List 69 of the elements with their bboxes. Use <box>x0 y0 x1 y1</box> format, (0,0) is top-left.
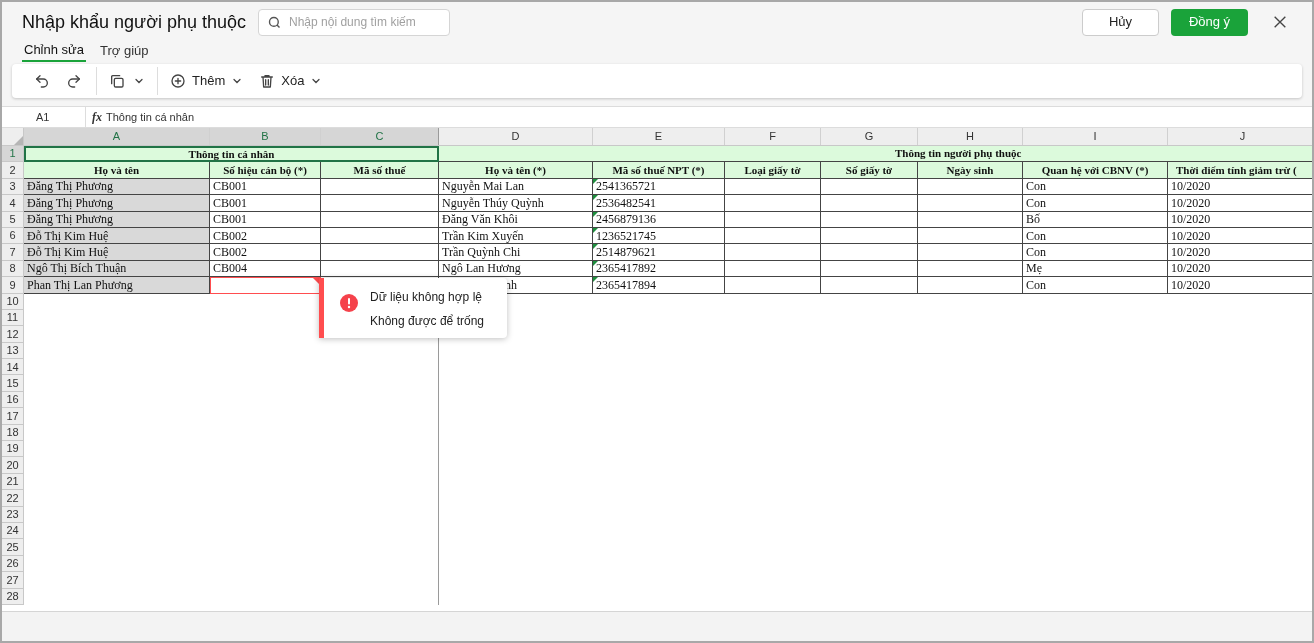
column-header[interactable]: H <box>918 128 1023 145</box>
table-cell: Trần Quỳnh Chi <box>439 244 593 261</box>
row-number[interactable]: 12 <box>2 326 24 343</box>
column-header[interactable]: D <box>439 128 593 145</box>
table-cell: Con <box>1023 277 1168 294</box>
column-header[interactable]: E <box>593 128 725 145</box>
column-title: Thời điểm tính giảm trừ ( <box>1168 162 1312 179</box>
close-icon <box>1272 14 1288 30</box>
tab[interactable]: Trợ giúp <box>98 40 151 62</box>
column-title: Họ và tên <box>24 162 210 179</box>
undo-icon[interactable] <box>34 73 50 89</box>
search-icon <box>267 14 282 30</box>
column-title: Quan hệ với CBNV (*) <box>1023 162 1168 179</box>
column-title: Loại giấy tờ <box>725 162 821 179</box>
column-header[interactable]: F <box>725 128 821 145</box>
error-message: Không được để trống <box>370 313 484 330</box>
redo-icon[interactable] <box>66 73 82 89</box>
error-icon <box>340 294 358 312</box>
row-number[interactable]: 25 <box>2 539 24 556</box>
row-number[interactable]: 7 <box>2 244 24 261</box>
column-header[interactable]: A <box>24 128 210 145</box>
formula-value: Thông tin cá nhân <box>106 109 195 125</box>
group-header: Thông tin cá nhân <box>24 146 439 163</box>
window-title: Nhập khẩu người phụ thuộc <box>22 10 246 34</box>
add-button[interactable]: Thêm <box>157 67 244 95</box>
table-cell: CB001 <box>210 195 321 212</box>
row-number[interactable]: 19 <box>2 441 24 458</box>
cell-reference[interactable]: A1 <box>2 107 86 127</box>
column-title: Họ và tên (*) <box>439 162 593 179</box>
row-number[interactable]: 2 <box>2 162 24 179</box>
plus-circle-icon <box>170 73 186 89</box>
table-cell: Đăng Thị Phương <box>24 195 210 212</box>
group-header: Thông tin người phụ thuộc <box>439 146 1312 163</box>
row-number[interactable]: 20 <box>2 457 24 474</box>
table-cell: 2365417894 <box>593 277 725 294</box>
row-number[interactable]: 22 <box>2 490 24 507</box>
row-number[interactable]: 1 <box>2 146 24 163</box>
table-cell: 2536482541 <box>593 195 725 212</box>
copy-icon <box>109 73 125 89</box>
invalid-cell[interactable] <box>210 277 321 294</box>
column-title: Mã số thuế <box>321 162 439 179</box>
row-number[interactable]: 9 <box>2 277 24 294</box>
column-header[interactable]: J <box>1168 128 1312 145</box>
row-number[interactable]: 15 <box>2 375 24 392</box>
cancel-button[interactable]: Hủy <box>1082 8 1159 36</box>
column-header[interactable]: C <box>321 128 439 145</box>
function-label: fx <box>92 109 102 126</box>
delete-button[interactable]: Xóa <box>259 67 323 95</box>
table-cell: CB002 <box>210 244 321 261</box>
row-number[interactable]: 4 <box>2 195 24 212</box>
column-title: Ngày sinh <box>918 162 1023 179</box>
table-cell: Nguyễn Thúy Quỳnh <box>439 195 593 212</box>
column-header[interactable]: I <box>1023 128 1168 145</box>
search-field[interactable]: Nhập nội dung tìm kiếm <box>258 8 450 36</box>
table-cell: Con <box>1023 195 1168 212</box>
row-number[interactable]: 17 <box>2 408 24 425</box>
column-header[interactable]: B <box>210 128 321 145</box>
row-number[interactable]: 27 <box>2 572 24 589</box>
column-title: Mã số thuế NPT (*) <box>593 162 725 179</box>
table-cell: Phan Thị Lan Phương <box>24 277 210 294</box>
column-title: Số hiệu cán bộ (*) <box>210 162 321 179</box>
trash-icon <box>259 73 276 89</box>
tab[interactable]: Chỉnh sửa <box>22 40 86 62</box>
table-cell: Đỗ Thị Kim Huệ <box>24 244 210 261</box>
table-cell: 2514879621 <box>593 244 725 261</box>
column-title: Số giấy tờ <box>821 162 918 179</box>
column-header[interactable]: G <box>821 128 918 145</box>
row-number[interactable]: 14 <box>2 359 24 376</box>
table-cell: Con <box>1023 244 1168 261</box>
